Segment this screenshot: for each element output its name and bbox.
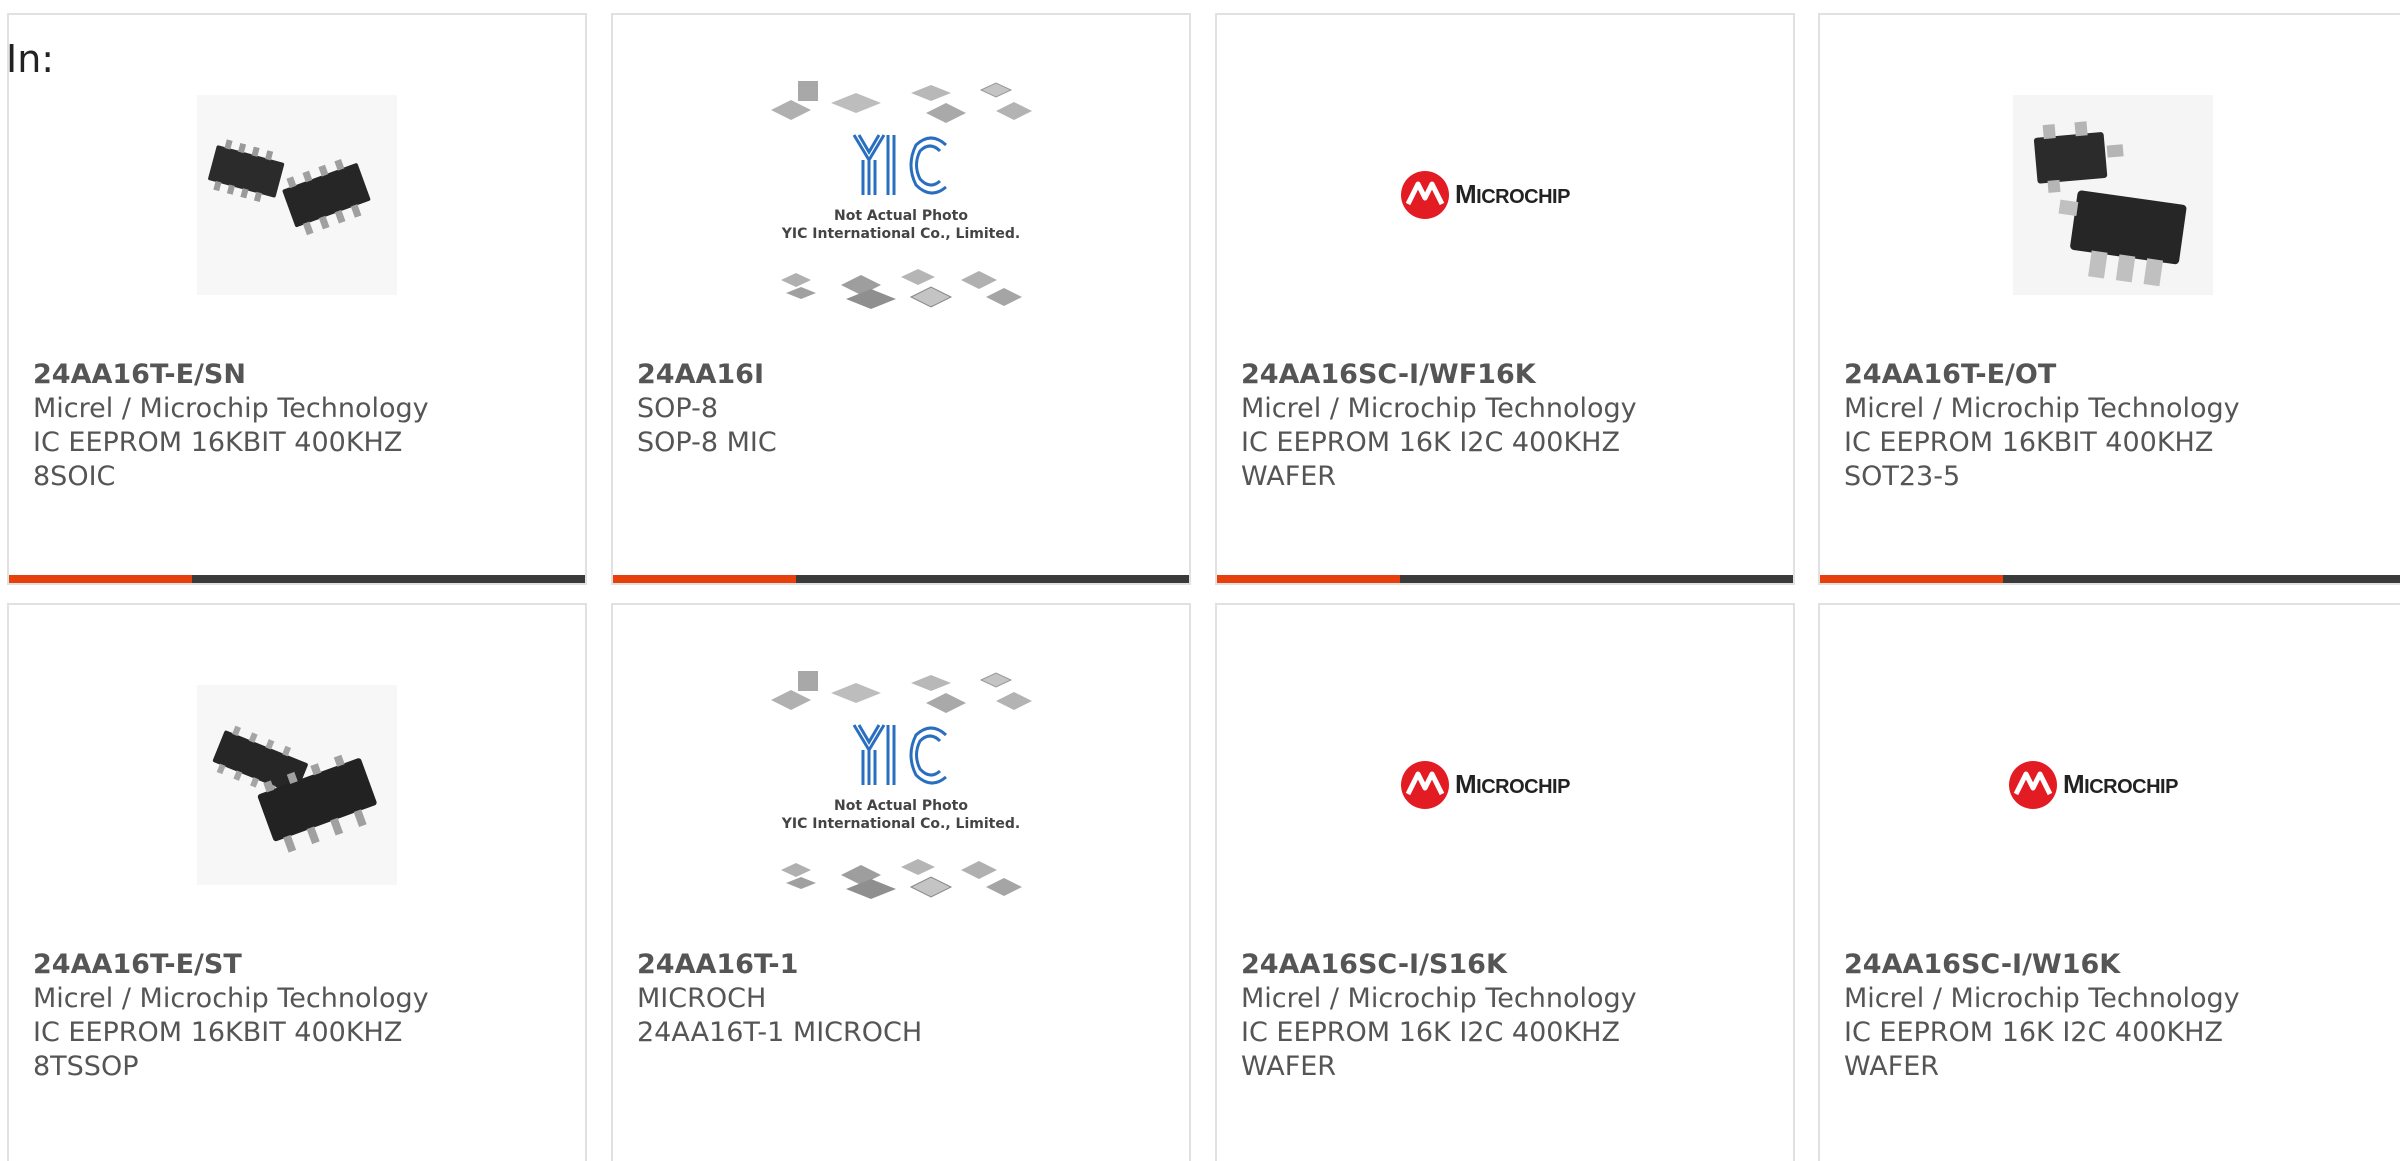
yic-image-caption-2: YIC International Co., Limited. [781, 226, 1020, 242]
part-number[interactable]: 24AA16SC-I/W16K [1844, 948, 2396, 982]
description: IC EEPROM 16K I2C 400KHZ [1241, 427, 1620, 458]
soic8-chip-photo-icon [197, 95, 397, 295]
product-info: 24AA16T-1 MICROCH 24AA16T-1 MICROCH [637, 948, 1179, 1050]
product-info: 24AA16SC-I/W16K Micrel / Microchip Techn… [1844, 948, 2396, 1084]
manufacturer: Micrel / Microchip Technology [1241, 393, 1637, 424]
card-footer-bar [1820, 575, 2400, 583]
product-info: 24AA16T-E/SN Micrel / Microchip Technolo… [33, 358, 575, 494]
manufacturer: SOP-8 [637, 393, 718, 424]
description: IC EEPROM 16K I2C 400KHZ [1241, 1017, 1620, 1048]
manufacturer: Micrel / Microchip Technology [1241, 983, 1637, 1014]
card-footer-bar [1217, 575, 1793, 583]
part-number[interactable]: 24AA16T-1 [637, 948, 1179, 982]
card-footer-accent [1217, 575, 1400, 583]
manufacturer: MICROCH [637, 983, 767, 1014]
description: IC EEPROM 16KBIT 400KHZ [33, 427, 403, 458]
product-card[interactable]: MICROCHIP 24AA16SC-I/S16K Micrel / Micro… [1215, 603, 1795, 1161]
card-footer-accent [1820, 575, 2003, 583]
sot23-chip-photo-icon [2013, 95, 2213, 295]
manufacturer: Micrel / Microchip Technology [1844, 983, 2240, 1014]
card-footer-accent [9, 575, 192, 583]
package: WAFER [1241, 461, 1337, 492]
part-number[interactable]: 24AA16T-E/OT [1844, 358, 2396, 392]
product-image[interactable]: MICROCHIP [1217, 75, 1793, 315]
description: IC EEPROM 16KBIT 400KHZ [1844, 427, 2214, 458]
product-image[interactable] [9, 75, 585, 315]
card-footer-bar [9, 575, 585, 583]
product-image[interactable] [9, 665, 585, 905]
product-card[interactable]: MICROCHIP 24AA16SC-I/W16K Micrel / Micro… [1818, 603, 2400, 1161]
microchip-logo-icon: MICROCHIP [2009, 761, 2179, 809]
manufacturer: Micrel / Microchip Technology [33, 393, 429, 424]
product-info: 24AA16SC-I/S16K Micrel / Microchip Techn… [1241, 948, 1783, 1084]
description: SOP-8 MIC [637, 427, 777, 458]
product-image[interactable]: MICROCHIP [1217, 665, 1793, 905]
product-card[interactable]: Not Actual Photo YIC International Co., … [611, 13, 1191, 585]
product-card[interactable]: 24AA16T-E/OT Micrel / Microchip Technolo… [1818, 13, 2400, 585]
product-image[interactable]: Not Actual Photo YIC International Co., … [613, 665, 1189, 905]
package: 8SOIC [33, 461, 116, 492]
package: 8TSSOP [33, 1051, 139, 1082]
part-number[interactable]: 24AA16I [637, 358, 1179, 392]
manufacturer: Micrel / Microchip Technology [1844, 393, 2240, 424]
product-image[interactable] [1820, 75, 2400, 315]
svg-text:MICROCHIP: MICROCHIP [1455, 769, 1570, 799]
microchip-logo-icon: MICROCHIP [1401, 761, 1571, 809]
part-number[interactable]: 24AA16T-E/ST [33, 948, 575, 982]
product-grid-page: In: 24AA16T-E/SN Micrel / Microchip Tech… [0, 0, 2400, 1161]
product-info: 24AA16I SOP-8 SOP-8 MIC [637, 358, 1179, 460]
card-footer-bar [613, 575, 1189, 583]
description: 24AA16T-1 MICROCH [637, 1017, 923, 1048]
package: SOT23-5 [1844, 461, 1961, 492]
description: IC EEPROM 16KBIT 400KHZ [33, 1017, 403, 1048]
yic-image-caption-1: Not Actual Photo [834, 798, 968, 814]
product-image[interactable]: MICROCHIP [1820, 665, 2400, 905]
tssop8-chip-photo-icon [197, 685, 397, 885]
yic-image-caption-1: Not Actual Photo [834, 208, 968, 224]
svg-text:MICROCHIP: MICROCHIP [1455, 179, 1570, 209]
yic-not-actual-photo-icon: Not Actual Photo YIC International Co., … [771, 81, 1032, 309]
product-image[interactable]: Not Actual Photo YIC International Co., … [613, 75, 1189, 315]
product-info: 24AA16T-E/OT Micrel / Microchip Technolo… [1844, 358, 2396, 494]
package: WAFER [1241, 1051, 1337, 1082]
part-number[interactable]: 24AA16SC-I/S16K [1241, 948, 1783, 982]
part-number[interactable]: 24AA16T-E/SN [33, 358, 575, 392]
product-card[interactable]: Not Actual Photo YIC International Co., … [611, 603, 1191, 1161]
results-in-label: In: [6, 37, 55, 81]
yic-not-actual-photo-icon: Not Actual Photo YIC International Co., … [771, 671, 1032, 899]
product-card[interactable]: 24AA16T-E/ST Micrel / Microchip Technolo… [7, 603, 587, 1161]
product-info: 24AA16SC-I/WF16K Micrel / Microchip Tech… [1241, 358, 1783, 494]
yic-image-caption-2: YIC International Co., Limited. [781, 816, 1020, 832]
package: WAFER [1844, 1051, 1940, 1082]
product-info: 24AA16T-E/ST Micrel / Microchip Technolo… [33, 948, 575, 1084]
product-card[interactable]: 24AA16T-E/SN Micrel / Microchip Technolo… [7, 13, 587, 585]
product-card[interactable]: MICROCHIP 24AA16SC-I/WF16K Micrel / Micr… [1215, 13, 1795, 585]
description: IC EEPROM 16K I2C 400KHZ [1844, 1017, 2223, 1048]
part-number[interactable]: 24AA16SC-I/WF16K [1241, 358, 1783, 392]
card-footer-accent [613, 575, 796, 583]
microchip-logo-icon: MICROCHIP [1401, 171, 1571, 219]
svg-text:MICROCHIP: MICROCHIP [2063, 769, 2178, 799]
manufacturer: Micrel / Microchip Technology [33, 983, 429, 1014]
